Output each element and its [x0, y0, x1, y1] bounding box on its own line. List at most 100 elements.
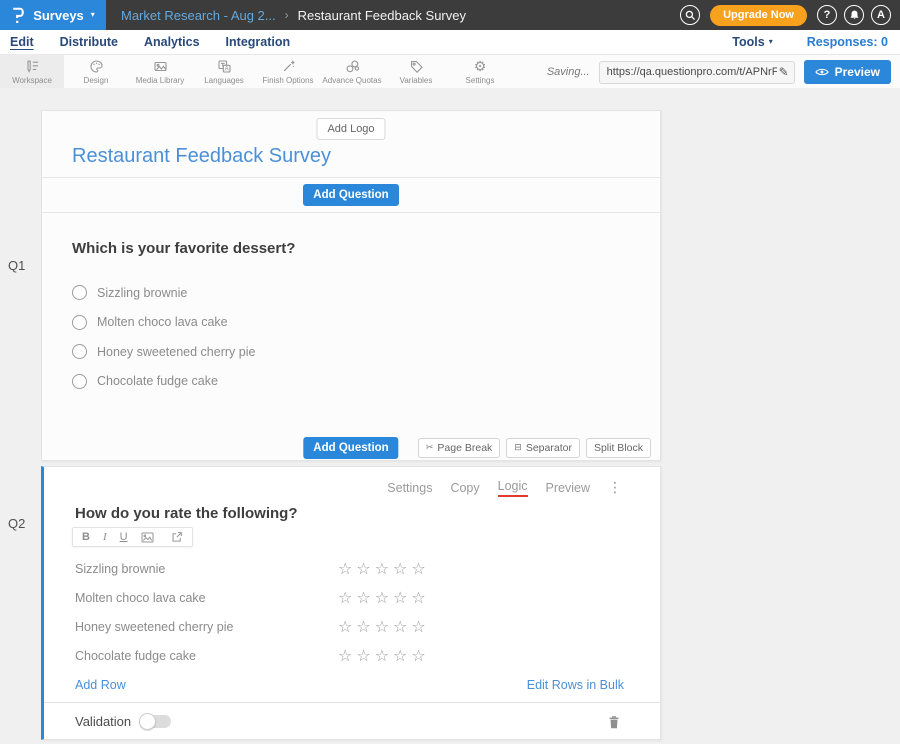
text-format-toolbar: B I U: [72, 527, 193, 547]
breadcrumb-separator: ›: [285, 8, 289, 22]
saving-status: Saving...: [547, 66, 590, 78]
insert-link-button[interactable]: [171, 531, 183, 543]
row-label[interactable]: Chocolate fudge cake: [75, 649, 338, 663]
add-question-button[interactable]: Add Question: [303, 437, 398, 459]
validation-toggle[interactable]: [141, 715, 171, 728]
row-label[interactable]: Molten choco lava cake: [75, 591, 338, 605]
tab-edit[interactable]: Edit: [10, 35, 34, 49]
chevron-down-icon: ▾: [769, 38, 773, 46]
notifications-button[interactable]: [844, 5, 864, 25]
insert-image-button[interactable]: [141, 532, 154, 543]
workspace-icon: [25, 59, 40, 74]
upgrade-now-button[interactable]: Upgrade Now: [710, 5, 807, 26]
chain-links-icon: [345, 59, 360, 74]
svg-text:A: A: [224, 67, 228, 73]
trash-icon: [608, 715, 620, 729]
edit-url-icon[interactable]: ✎: [779, 65, 789, 79]
tab-integration[interactable]: Integration: [226, 35, 291, 49]
page-break-icon: ✂: [426, 443, 434, 453]
toolbar-right: Saving... ✎ Preview: [547, 55, 900, 89]
survey-url-input[interactable]: [605, 65, 779, 79]
rating-rows: Sizzling brownie ☆☆☆☆☆ Molten choco lava…: [44, 554, 660, 670]
toolbar-item-languages[interactable]: A Languages: [192, 55, 256, 89]
questionpro-logo-icon: [11, 6, 26, 25]
tools-menu[interactable]: Tools ▾: [732, 35, 772, 49]
survey-url-field: ✎: [599, 61, 795, 84]
preview-label: Preview: [835, 65, 880, 79]
add-question-row-top: Add Question: [42, 178, 660, 213]
split-block-button[interactable]: Split Block: [586, 438, 651, 458]
add-logo-button[interactable]: Add Logo: [316, 118, 385, 140]
survey-block-1: Add Logo Restaurant Feedback Survey Add …: [41, 110, 661, 461]
underline-button[interactable]: U: [120, 531, 128, 543]
survey-nav: Edit Distribute Analytics Integration To…: [0, 30, 900, 55]
radio-button[interactable]: [72, 374, 87, 389]
option-label[interactable]: Chocolate fudge cake: [97, 374, 218, 388]
star-rating[interactable]: ☆☆☆☆☆: [338, 646, 430, 665]
toolbar-item-variables[interactable]: Variables: [384, 55, 448, 89]
title-section: Add Logo Restaurant Feedback Survey: [42, 111, 660, 178]
separator-icon: ⊟: [514, 443, 522, 453]
question-number-q2: Q2: [8, 516, 25, 531]
option-label[interactable]: Molten choco lava cake: [97, 315, 228, 329]
search-button[interactable]: [680, 5, 700, 25]
product-menu[interactable]: Surveys ▾: [0, 0, 106, 30]
translate-icon: A: [217, 59, 232, 74]
product-menu-label: Surveys: [33, 8, 84, 23]
responses-count[interactable]: Responses: 0: [807, 35, 888, 49]
toolbar-item-finish-options[interactable]: Finish Options: [256, 55, 320, 89]
italic-button[interactable]: I: [103, 531, 107, 543]
question-2-text[interactable]: How do you rate the following?: [75, 505, 660, 522]
option-label[interactable]: Sizzling brownie: [97, 286, 187, 300]
row-label[interactable]: Honey sweetened cherry pie: [75, 620, 338, 634]
option-row: Honey sweetened cherry pie: [72, 337, 630, 367]
breadcrumb-current: Restaurant Feedback Survey: [298, 8, 466, 23]
preview-button[interactable]: Preview: [804, 60, 891, 84]
kebab-menu-icon[interactable]: ⋮: [608, 480, 622, 496]
gear-icon: ⚙: [474, 60, 487, 74]
question-copy-link[interactable]: Copy: [450, 481, 479, 495]
toolbar-item-workspace[interactable]: Workspace: [0, 55, 64, 89]
block-actions: ✂ Page Break ⊟ Separator Split Block: [418, 438, 651, 458]
question-1-text[interactable]: Which is your favorite dessert?: [72, 240, 630, 257]
page-break-button[interactable]: ✂ Page Break: [418, 438, 500, 458]
radio-button[interactable]: [72, 315, 87, 330]
help-button[interactable]: ?: [817, 5, 837, 25]
edit-rows-in-bulk-link[interactable]: Edit Rows in Bulk: [527, 678, 624, 692]
star-rating[interactable]: ☆☆☆☆☆: [338, 559, 430, 578]
questionpro-editor: Surveys ▾ Market Research - Aug 2... › R…: [0, 0, 900, 744]
avatar[interactable]: A: [871, 5, 891, 25]
question-2-menu: Settings Copy Logic Preview ⋮: [44, 467, 660, 497]
toolbar-item-settings[interactable]: ⚙ Settings: [448, 55, 512, 89]
option-label[interactable]: Honey sweetened cherry pie: [97, 345, 255, 359]
toolbar-item-media-library[interactable]: Media Library: [128, 55, 192, 89]
star-rating[interactable]: ☆☆☆☆☆: [338, 588, 430, 607]
question-number-q1: Q1: [8, 258, 25, 273]
question-1-options: Sizzling brownie Molten choco lava cake …: [72, 278, 630, 396]
breadcrumb: Market Research - Aug 2... › Restaurant …: [121, 8, 466, 23]
bold-button[interactable]: B: [82, 531, 90, 543]
add-question-button[interactable]: Add Question: [303, 184, 398, 206]
survey-title[interactable]: Restaurant Feedback Survey: [72, 145, 331, 168]
star-rating[interactable]: ☆☆☆☆☆: [338, 617, 430, 636]
toolbar-item-advance-quotas[interactable]: Advance Quotas: [320, 55, 384, 89]
nav-right: Tools ▾ Responses: 0: [732, 35, 900, 49]
survey-block-2-selected: Settings Copy Logic Preview ⋮ How do you…: [41, 466, 661, 740]
question-preview-link[interactable]: Preview: [546, 481, 590, 495]
toolbar-item-design[interactable]: Design: [64, 55, 128, 89]
question-2-footer: Validation: [44, 702, 660, 740]
tab-distribute[interactable]: Distribute: [60, 35, 118, 49]
image-icon: [153, 59, 168, 74]
tab-analytics[interactable]: Analytics: [144, 35, 200, 49]
breadcrumb-folder-link[interactable]: Market Research - Aug 2...: [121, 8, 276, 23]
question-logic-link[interactable]: Logic: [498, 479, 528, 497]
delete-question-button[interactable]: [608, 715, 620, 729]
topbar-actions: Upgrade Now ? A: [680, 5, 900, 26]
separator-button[interactable]: ⊟ Separator: [506, 438, 580, 458]
add-row-link[interactable]: Add Row: [75, 678, 126, 692]
question-settings-link[interactable]: Settings: [387, 481, 432, 495]
radio-button[interactable]: [72, 344, 87, 359]
radio-button[interactable]: [72, 285, 87, 300]
row-label[interactable]: Sizzling brownie: [75, 562, 338, 576]
eye-icon: [815, 67, 829, 77]
